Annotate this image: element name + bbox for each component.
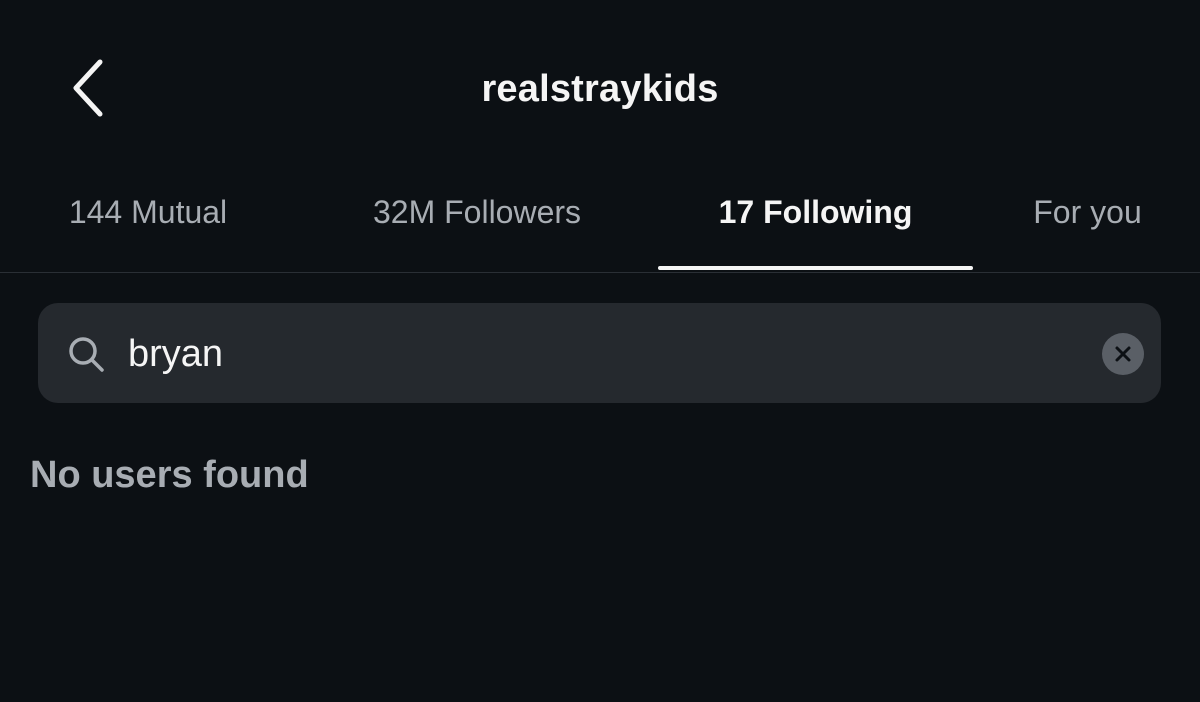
header: realstraykids — [0, 0, 1200, 180]
tab-mutual[interactable]: 144 Mutual — [30, 180, 266, 272]
search-input[interactable] — [128, 328, 1028, 380]
tab-bar: 144 Mutual 32M Followers 17 Following Fo… — [0, 180, 1200, 273]
active-tab-indicator — [658, 266, 973, 270]
tab-for-you[interactable]: For you — [1010, 180, 1165, 272]
page-title: realstraykids — [481, 68, 719, 110]
close-icon — [1115, 346, 1131, 362]
tab-followers[interactable]: 32M Followers — [330, 180, 624, 272]
clear-search-button[interactable] — [1102, 333, 1144, 375]
search-icon — [69, 337, 104, 372]
tab-following[interactable]: 17 Following — [658, 180, 973, 272]
empty-results-message: No users found — [30, 454, 309, 496]
